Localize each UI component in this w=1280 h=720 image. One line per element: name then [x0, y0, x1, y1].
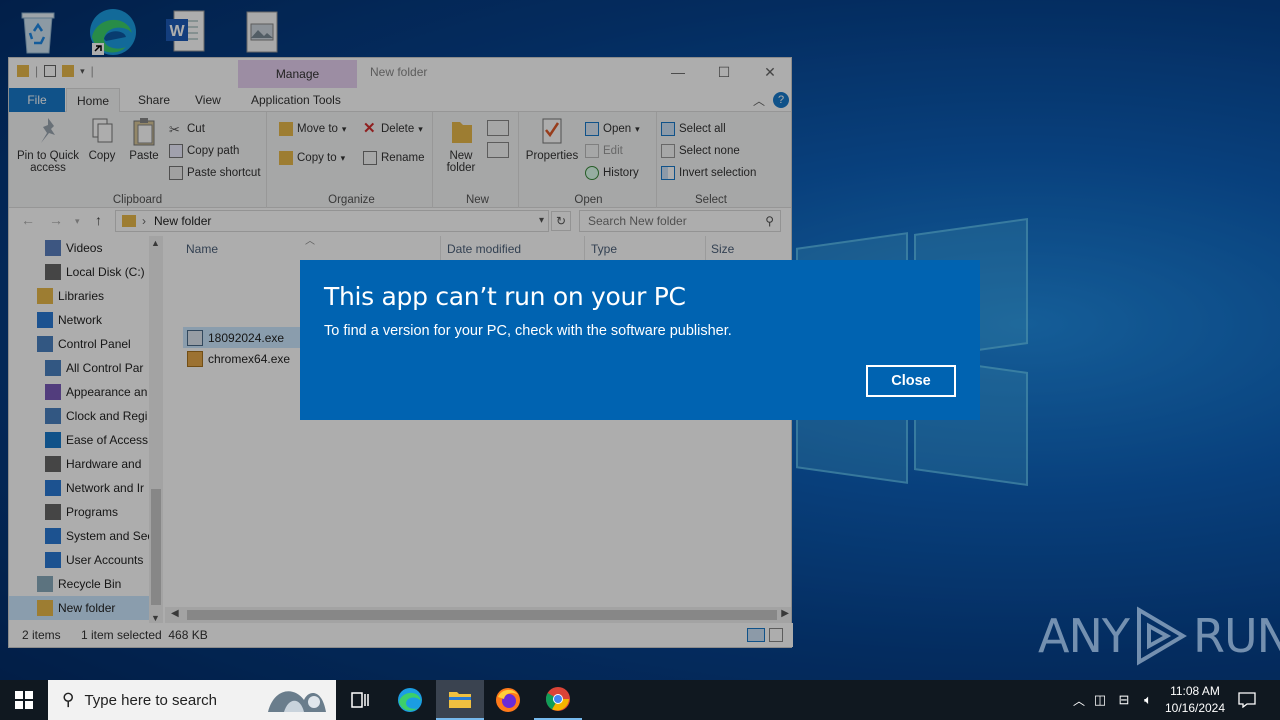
- search-icon: ⚲: [62, 690, 75, 709]
- windows-start-icon: [15, 691, 33, 709]
- task-view-icon: [351, 692, 369, 708]
- clock[interactable]: 11:08 AM 10/16/2024: [1158, 683, 1232, 717]
- firefox-icon: [496, 688, 520, 712]
- notification-button[interactable]: [1238, 680, 1258, 720]
- taskbar: ⚲ Type here to search ︿ ◫ ⊟ 🔈︎ 11:08 AM …: [0, 680, 1280, 720]
- edge-icon: [398, 688, 422, 712]
- system-tray: ︿ ◫ ⊟ 🔈︎: [1070, 680, 1160, 720]
- play-logo-icon: [1136, 606, 1187, 666]
- dialog-title: This app can’t run on your PC: [324, 282, 686, 311]
- task-view-button[interactable]: [336, 680, 384, 720]
- taskbar-chrome[interactable]: [534, 680, 582, 720]
- app-cant-run-dialog: This app can’t run on your PC To find a …: [300, 260, 980, 420]
- search-highlight-icon: [268, 691, 326, 712]
- taskbar-search-box[interactable]: ⚲ Type here to search: [48, 680, 336, 720]
- taskbar-edge[interactable]: [386, 680, 434, 720]
- close-button[interactable]: Close: [866, 365, 956, 397]
- search-placeholder: Type here to search: [84, 691, 218, 709]
- start-button[interactable]: [0, 680, 48, 720]
- show-hidden-icons-icon[interactable]: ︿: [1070, 692, 1088, 709]
- clock-date: 10/16/2024: [1164, 701, 1226, 715]
- dialog-message: To find a version for your PC, check wit…: [324, 323, 732, 339]
- taskbar-file-explorer[interactable]: [436, 680, 484, 720]
- meet-now-icon[interactable]: ◫: [1088, 692, 1112, 708]
- volume-icon[interactable]: 🔈︎: [1136, 692, 1160, 708]
- network-icon[interactable]: ⊟: [1112, 692, 1136, 708]
- file-explorer-icon: [449, 692, 471, 708]
- taskbar-firefox[interactable]: [484, 680, 532, 720]
- clock-time: 11:08 AM: [1170, 684, 1220, 698]
- chrome-icon: [545, 687, 570, 711]
- notification-icon: [1238, 692, 1256, 708]
- anyrun-watermark: ANY RUN: [1038, 606, 1280, 666]
